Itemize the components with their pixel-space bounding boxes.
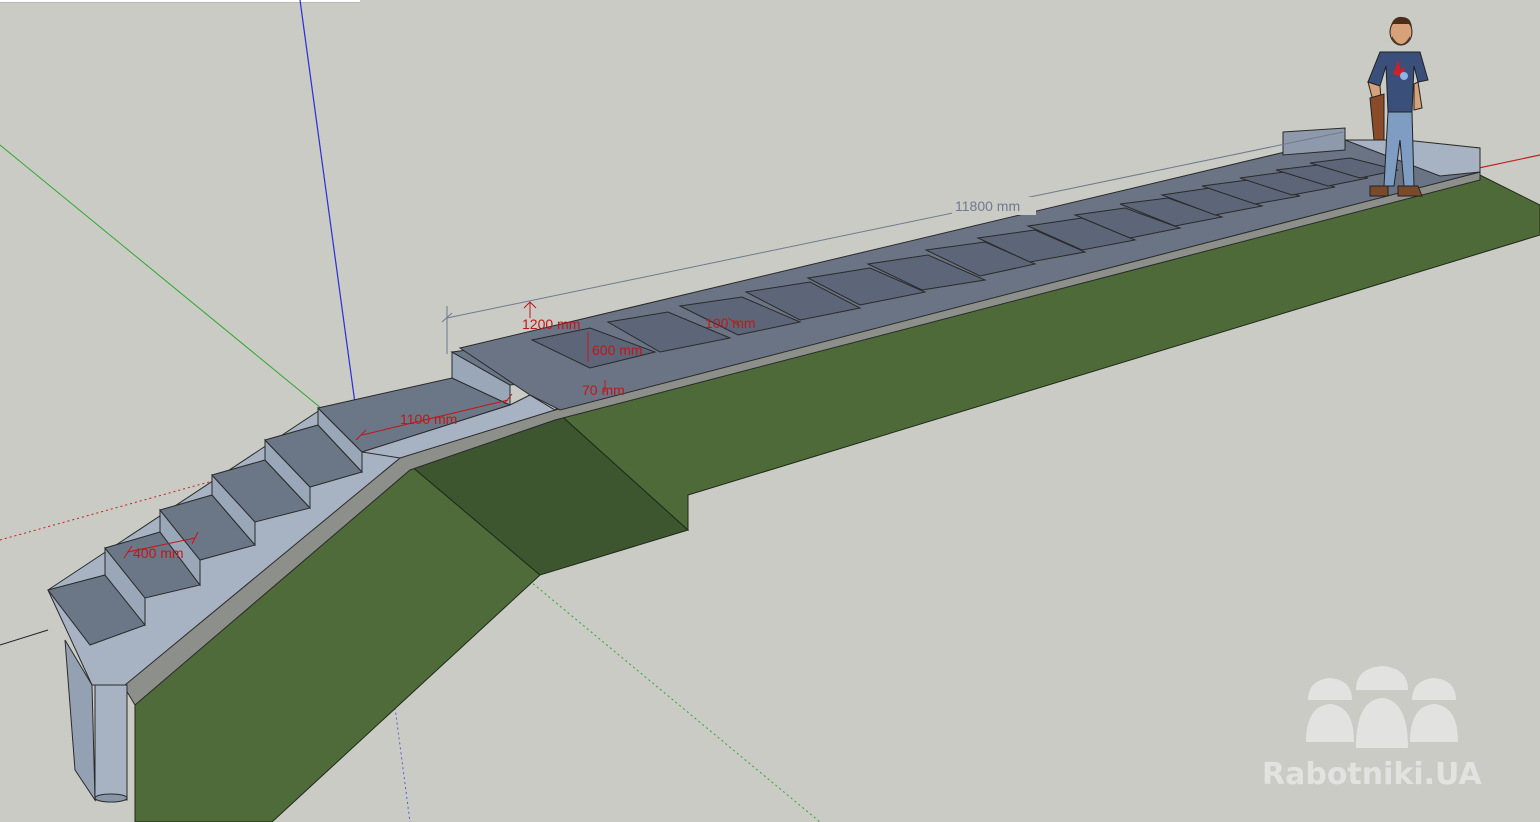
person-right-shoe	[1397, 185, 1423, 197]
person-right-arm	[1413, 81, 1423, 111]
green-axis	[0, 144, 361, 441]
person-left-shoe	[1369, 185, 1389, 197]
column-base	[94, 793, 128, 803]
person-folder	[1369, 93, 1385, 141]
blue-axis	[299, 0, 361, 441]
person-shirt-badge	[1400, 72, 1408, 80]
people-silhouettes-icon	[1306, 698, 1458, 748]
support-column	[94, 684, 128, 801]
3d-model-scene[interactable]: 11800 mm 1200 mm 600 mm 70 mm 100 mm 110…	[0, 0, 1540, 822]
builders-helmet-icon	[1306, 666, 1458, 748]
dim-label-600: 600 mm	[592, 342, 643, 358]
dim-label-1100: 1100 mm	[400, 411, 457, 427]
helmet-icon-center	[1356, 666, 1408, 690]
dim-label-400: 400 mm	[133, 545, 184, 561]
helmet-icon-left	[1308, 678, 1352, 700]
black-edge-line	[0, 629, 49, 646]
watermark: Rabotniki.UA	[1262, 666, 1482, 792]
dim-label-1200: 1200 mm	[522, 316, 580, 332]
end-block-top	[1282, 127, 1346, 156]
helmet-icon-right	[1412, 678, 1456, 700]
dim-label-70: 70 mm	[582, 382, 625, 398]
watermark-text: Rabotniki.UA	[1262, 757, 1482, 792]
dim-label-100: 100 mm	[705, 315, 756, 331]
sketchup-viewport[interactable]: 11800 mm 1200 mm 600 mm 70 mm 100 mm 110…	[0, 0, 1540, 822]
dim-label-total-length: 11800 mm	[955, 198, 1020, 214]
